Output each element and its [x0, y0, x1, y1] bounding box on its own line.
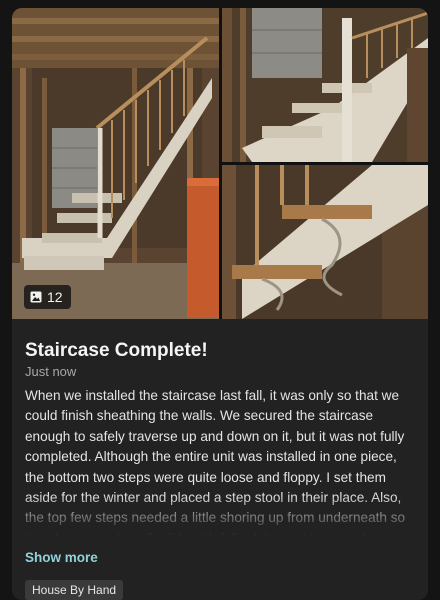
post-body: When we installed the staircase last fal… — [25, 388, 406, 536]
photo-count: 12 — [47, 289, 63, 305]
show-more-link[interactable]: Show more — [25, 550, 98, 565]
gallery-photo-bottom[interactable] — [222, 165, 428, 319]
post-title: Staircase Complete! — [25, 340, 208, 361]
tag-house-by-hand[interactable]: House By Hand — [25, 580, 124, 600]
image-icon — [30, 291, 42, 303]
gallery-photo-main[interactable] — [12, 8, 219, 319]
photo-gallery[interactable]: 12 — [12, 8, 428, 319]
gallery-photo-top[interactable] — [222, 8, 428, 162]
photo-count-badge[interactable]: 12 — [24, 285, 71, 309]
post-card: 12 Staircase Complete! Just now When we … — [12, 8, 428, 600]
post-timestamp: Just now — [25, 364, 77, 379]
post-body-container: When we installed the staircase last fal… — [25, 386, 417, 536]
